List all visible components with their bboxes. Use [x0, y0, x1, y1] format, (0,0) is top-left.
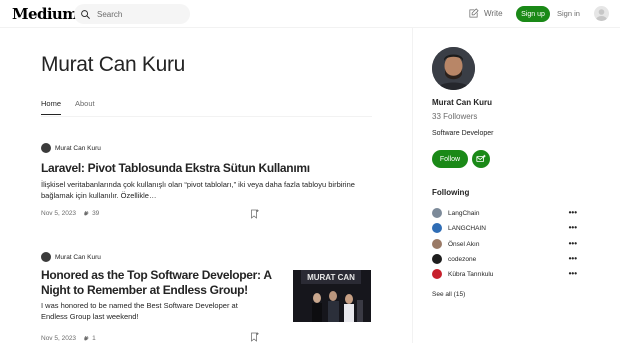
post-author[interactable]: Murat Can Kuru — [41, 252, 372, 262]
subscribe-button[interactable] — [472, 150, 490, 168]
write-button[interactable]: Write — [468, 8, 503, 19]
more-options-icon[interactable]: ••• — [569, 224, 577, 232]
post-meta: Nov 5, 2023 1 — [41, 334, 372, 342]
post-author-name: Murat Can Kuru — [55, 253, 101, 261]
search-input[interactable] — [97, 9, 187, 19]
following-avatar — [432, 254, 442, 264]
more-options-icon[interactable]: ••• — [569, 209, 577, 217]
tab-about[interactable]: About — [75, 99, 95, 108]
post-meta: Nov 5, 2023 39 — [41, 209, 372, 217]
following-item[interactable]: LANGCHAIN ••• — [432, 222, 577, 234]
top-navbar: Medium Write Sign up Sign in — [0, 0, 620, 28]
profile-tabs: Home About — [41, 99, 372, 117]
sidebar-divider — [412, 28, 413, 343]
search-icon — [81, 9, 90, 19]
search-bar[interactable] — [74, 4, 190, 24]
signin-link[interactable]: Sign in — [557, 9, 580, 18]
following-item[interactable]: Önsel Akın ••• — [432, 238, 577, 250]
profile-bio: Software Developer — [432, 130, 494, 137]
following-avatar — [432, 269, 442, 279]
post-card[interactable]: Murat Can Kuru Laravel: Pivot Tablosunda… — [41, 143, 372, 217]
post-excerpt[interactable]: I was honored to be named the Best Softw… — [41, 301, 261, 322]
following-item[interactable]: codezone ••• — [432, 253, 577, 265]
post-title[interactable]: Honored as the Top Software Developer: A… — [41, 268, 273, 298]
clap-count: 1 — [82, 334, 96, 342]
following-name: codezone — [448, 255, 477, 263]
post-excerpt[interactable]: İlişkisel veritabanlarında çok kullanışl… — [41, 180, 372, 201]
more-options-icon[interactable]: ••• — [569, 240, 577, 248]
following-name: Kübra Tanrıkulu — [448, 270, 494, 278]
page-title: Murat Can Kuru — [41, 53, 186, 76]
following-avatar — [432, 208, 442, 218]
post-author-name: Murat Can Kuru — [55, 144, 101, 152]
following-item[interactable]: LangChain ••• — [432, 207, 577, 219]
author-avatar — [41, 143, 51, 153]
following-avatar — [432, 239, 442, 249]
write-label: Write — [484, 9, 503, 18]
mail-plus-icon — [476, 154, 486, 162]
following-avatar — [432, 223, 442, 233]
post-thumbnail[interactable]: MURAT CAN — [293, 270, 371, 322]
follow-button[interactable]: Follow — [432, 150, 468, 168]
followers-count[interactable]: 33 Followers — [432, 112, 477, 121]
post-title[interactable]: Laravel: Pivot Tablosunda Ekstra Sütun K… — [41, 161, 372, 176]
following-heading: Following — [432, 188, 470, 197]
bookmark-icon[interactable] — [250, 332, 259, 342]
more-options-icon[interactable]: ••• — [569, 255, 577, 263]
author-avatar — [41, 252, 51, 262]
post-date: Nov 5, 2023 — [41, 209, 77, 217]
medium-logo[interactable]: Medium — [12, 5, 78, 23]
post-author[interactable]: Murat Can Kuru — [41, 143, 372, 153]
clap-count: 39 — [82, 209, 99, 217]
clap-icon — [84, 211, 89, 216]
profile-name[interactable]: Murat Can Kuru — [432, 98, 492, 107]
following-item[interactable]: Kübra Tanrıkulu ••• — [432, 268, 577, 280]
bookmark-icon[interactable] — [250, 209, 259, 219]
signup-button[interactable]: Sign up — [516, 6, 550, 22]
profile-avatar[interactable] — [432, 47, 475, 90]
write-icon — [469, 8, 479, 18]
tab-home[interactable]: Home — [41, 99, 62, 115]
clap-icon — [84, 336, 89, 341]
post-date: Nov 5, 2023 — [41, 334, 77, 342]
following-name: LANGCHAIN — [448, 224, 486, 232]
see-all-link[interactable]: See all (15) — [432, 291, 465, 298]
following-name: Önsel Akın — [448, 240, 480, 248]
user-avatar-icon[interactable] — [594, 6, 609, 21]
svg-text:MURAT CAN: MURAT CAN — [307, 273, 355, 282]
more-options-icon[interactable]: ••• — [569, 270, 577, 278]
following-name: LangChain — [448, 209, 480, 217]
